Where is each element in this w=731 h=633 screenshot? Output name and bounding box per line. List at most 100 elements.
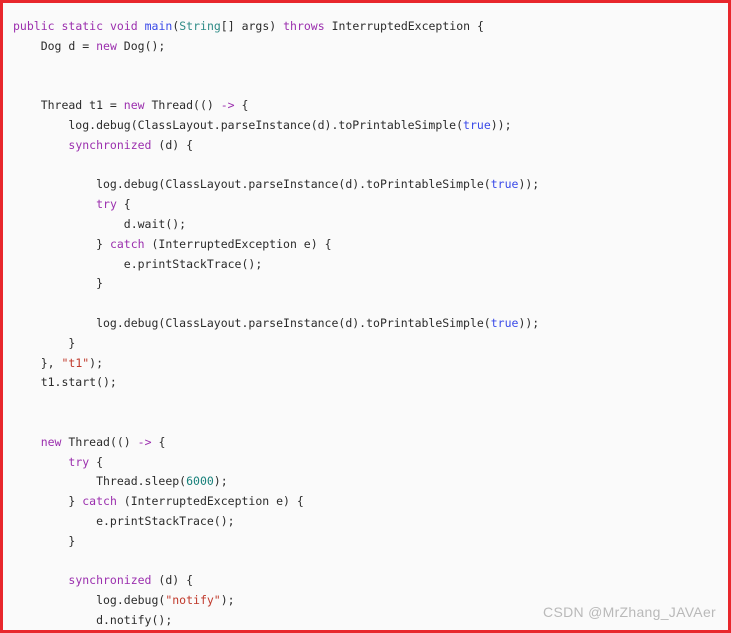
code-line: try {	[13, 453, 718, 473]
code-token: ));	[518, 315, 540, 330]
code-line: new Thread(() -> {	[13, 433, 718, 453]
code-line: Dog d = new Dog();	[13, 37, 718, 57]
code-line: e.printStackTrace();	[13, 255, 718, 275]
code-token: (InterruptedException e) {	[144, 236, 332, 251]
code-token: synchronized	[68, 137, 152, 152]
code-line: synchronized (d) {	[13, 136, 718, 156]
code-token: [] args)	[220, 19, 284, 33]
code-token: ->	[220, 98, 235, 113]
code-token: log.debug(ClassLayout.parseInstance(d).t…	[13, 315, 491, 330]
code-token: (d) {	[151, 573, 194, 588]
code-token: t1.start();	[13, 375, 117, 390]
code-line: t1.start();	[13, 373, 718, 393]
code-line: public static void main(String[] args) t…	[13, 17, 718, 37]
code-token: d.notify();	[13, 612, 173, 627]
code-token: e.printStackTrace();	[13, 256, 263, 271]
code-token: true	[490, 315, 519, 330]
code-line: log.debug(ClassLayout.parseInstance(d).t…	[13, 116, 718, 136]
code-token: try	[96, 197, 117, 212]
code-line: } catch (InterruptedException e) {	[13, 492, 718, 512]
code-token: new	[123, 98, 145, 113]
code-token: Dog d =	[13, 38, 97, 53]
code-token: catch	[82, 494, 117, 509]
code-line: synchronized (d) {	[13, 571, 718, 591]
code-token: }	[13, 335, 76, 350]
code-token: new	[40, 434, 62, 449]
code-token: {	[151, 434, 166, 449]
code-snippet-card: public static void main(String[] args) t…	[0, 0, 731, 633]
code-token: ));	[518, 177, 540, 192]
code-token: }	[13, 236, 110, 251]
code-line: Thread.sleep(6000);	[13, 472, 718, 492]
code-line: }	[13, 532, 718, 552]
code-line: log.debug("notify");	[13, 591, 718, 611]
code-token: throws	[283, 19, 325, 33]
code-token: new	[96, 38, 117, 53]
code-token: );	[220, 593, 235, 608]
code-token: }	[13, 494, 83, 509]
code-line: d.notify();	[13, 611, 718, 630]
code-scroll-area[interactable]: public static void main(String[] args) t…	[3, 3, 728, 630]
code-line: e.printStackTrace();	[13, 512, 718, 532]
code-line: d.wait();	[13, 215, 718, 235]
code-token: String	[179, 19, 221, 33]
code-line: } catch (InterruptedException e) {	[13, 235, 718, 255]
code-line: log.debug(ClassLayout.parseInstance(d).t…	[13, 314, 718, 334]
code-token: catch	[109, 236, 145, 251]
code-token: e.printStackTrace();	[13, 513, 235, 528]
code-token: {	[89, 454, 104, 469]
code-token: main	[144, 19, 173, 33]
code-line: Thread t1 = new Thread(() -> {	[13, 96, 718, 116]
code-line: }	[13, 334, 718, 354]
code-token: Thread(()	[144, 98, 221, 113]
code-token: (InterruptedException e) {	[116, 494, 304, 509]
code-token: },	[13, 355, 62, 370]
code-token: 6000	[186, 474, 214, 489]
code-line: try {	[13, 195, 718, 215]
code-token: );	[213, 474, 228, 489]
code-token: Thread t1 =	[13, 98, 124, 113]
code-token: log.debug(ClassLayout.parseInstance(d).t…	[13, 177, 491, 192]
code-token: static	[61, 19, 104, 33]
code-token: Thread(()	[61, 434, 138, 449]
code-token: ));	[490, 117, 512, 132]
code-token: }	[13, 276, 104, 291]
code-token: public	[13, 19, 55, 33]
code-token: void	[109, 19, 138, 33]
code-token: log.debug(ClassLayout.parseInstance(d).t…	[13, 117, 464, 132]
code-token: {	[234, 98, 249, 113]
code-token: "notify"	[165, 593, 221, 608]
code-line: }, "t1");	[13, 354, 718, 374]
code-token: "t1"	[61, 355, 90, 370]
code-token: Thread.sleep(	[13, 474, 187, 489]
code-token: true	[490, 177, 519, 192]
code-token: d.wait();	[13, 216, 187, 231]
java-code-block[interactable]: public static void main(String[] args) t…	[13, 17, 718, 630]
code-token: (d) {	[151, 137, 194, 152]
code-token: log.debug(	[13, 593, 166, 608]
code-line: }	[13, 274, 718, 294]
code-token: }	[13, 533, 76, 548]
code-token: );	[89, 355, 104, 370]
code-token: Dog();	[116, 38, 166, 53]
code-token: true	[463, 117, 491, 132]
code-token: ->	[137, 434, 152, 449]
code-token: try	[68, 454, 90, 469]
code-token: synchronized	[68, 573, 152, 588]
code-token: InterruptedException {	[324, 19, 484, 33]
code-token: {	[116, 197, 131, 212]
